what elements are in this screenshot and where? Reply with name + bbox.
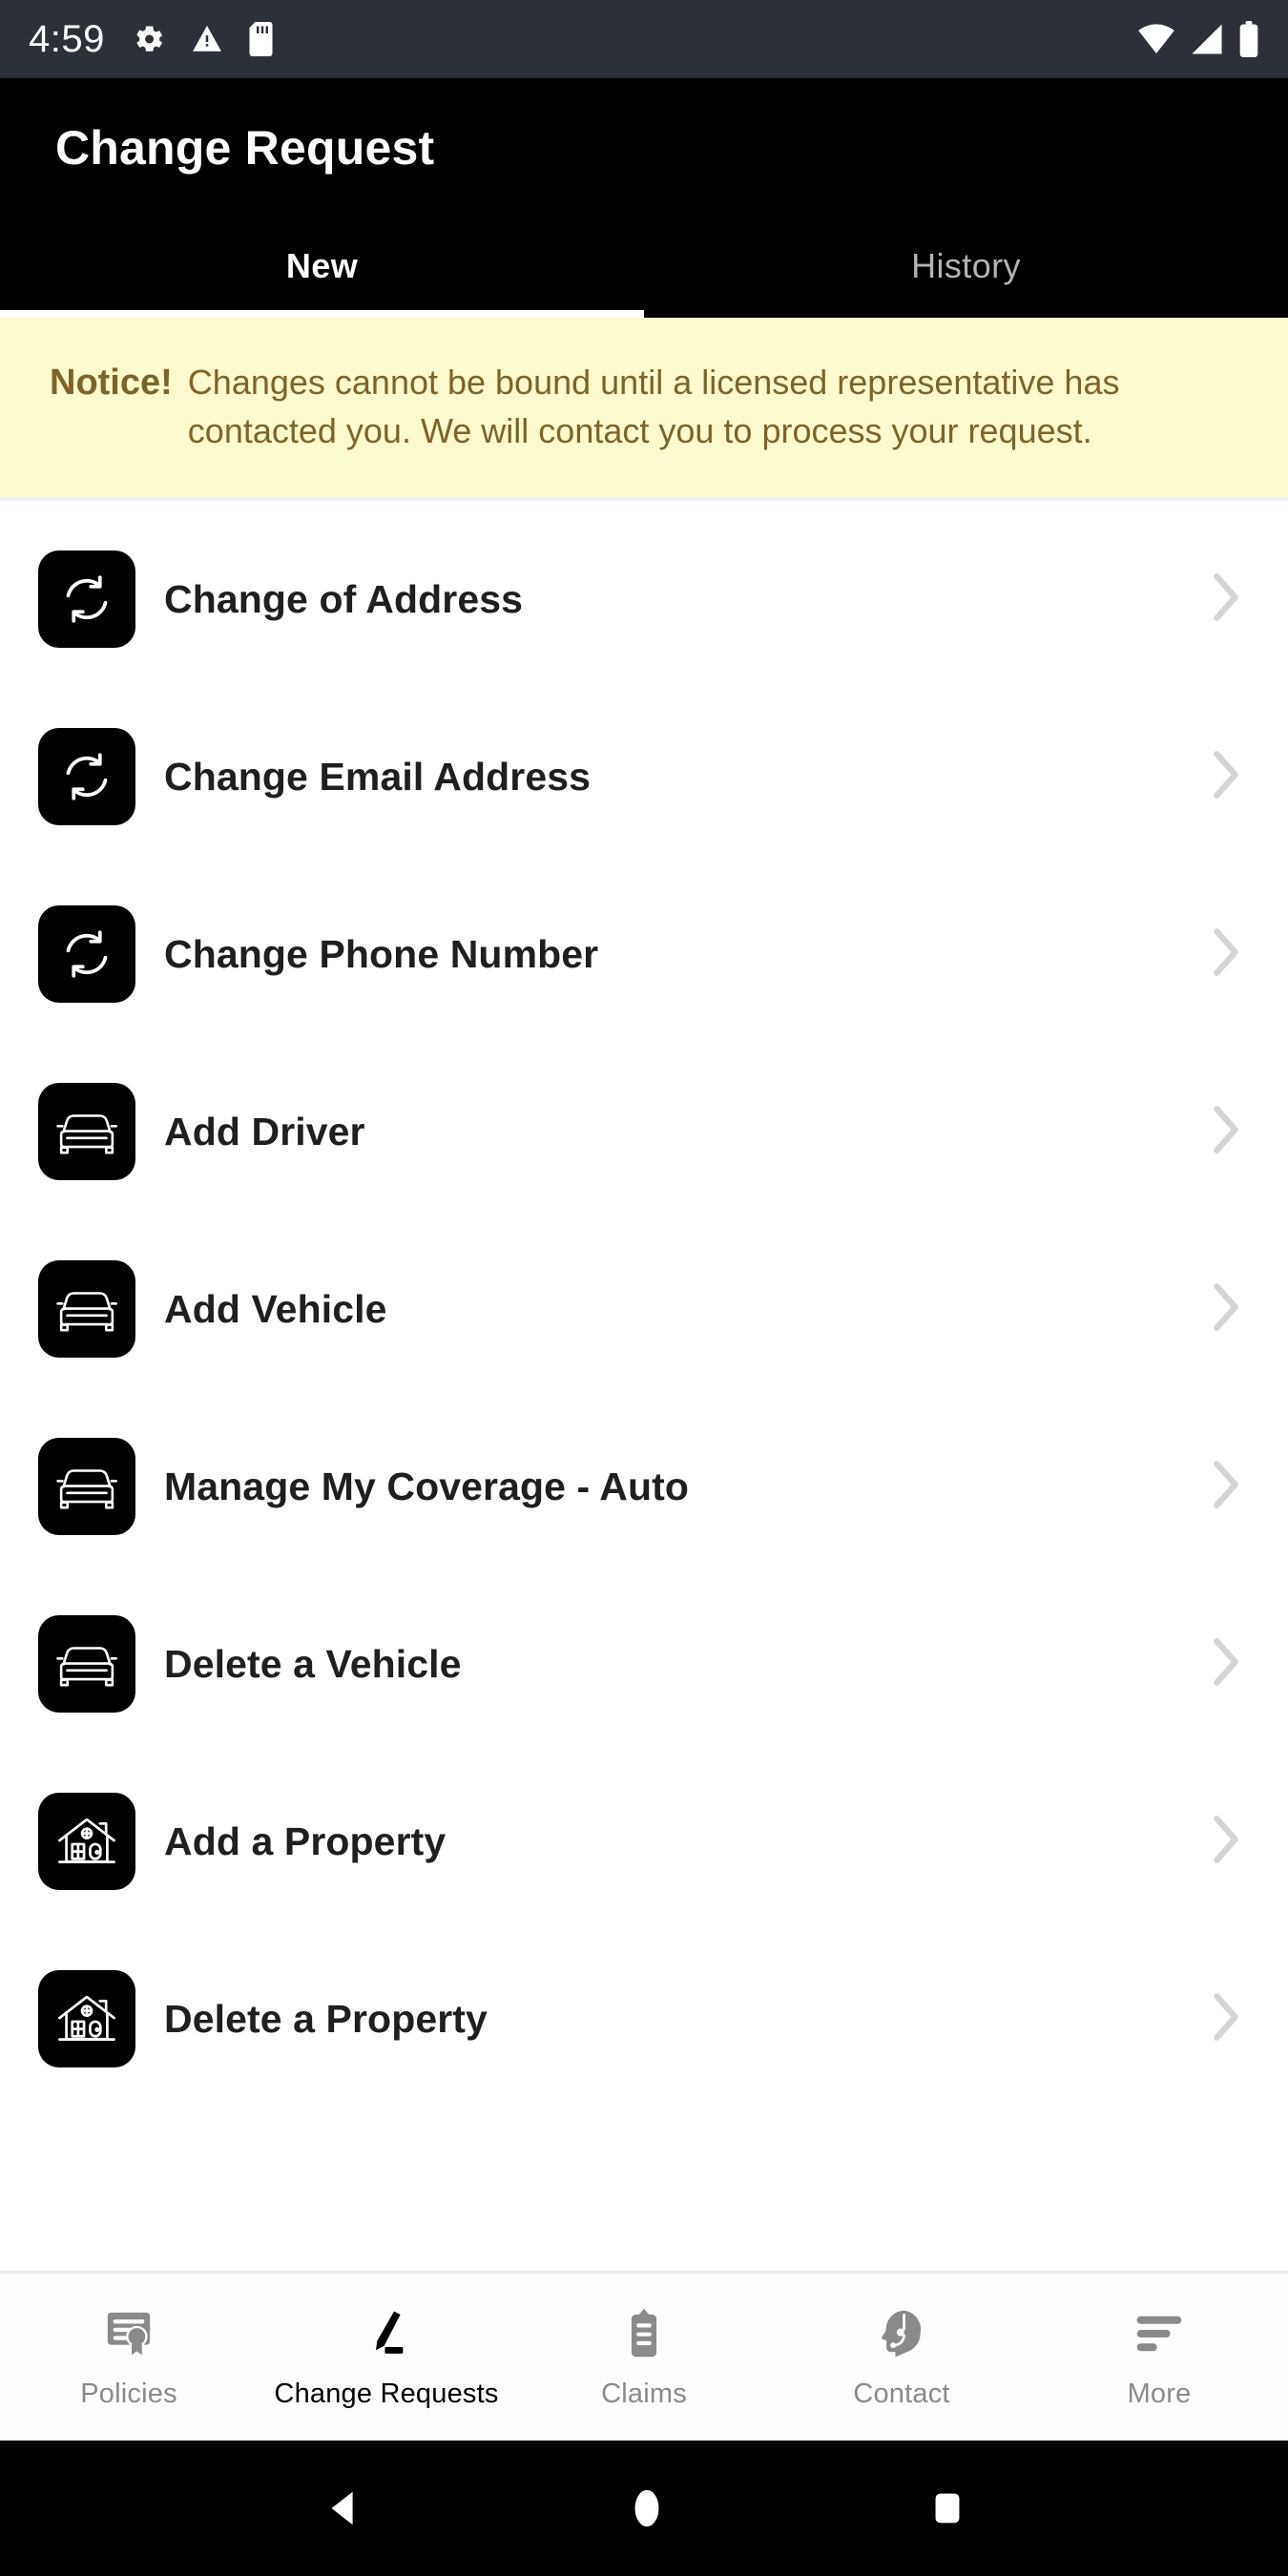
nav-item-label: Change Requests [274,2379,499,2409]
app-screen: 4:59 Change Request New History Notice! … [0,0,1288,2576]
chevron-right-icon [1210,570,1242,630]
list-item-label: Change Phone Number [164,931,599,976]
bottom-navigation: Policies Change Requests Claims Contact More [0,2271,1288,2441]
list-item-label: Add a Property [164,1818,447,1863]
status-bar-clock: 4:59 [29,17,105,60]
notice-text: Changes cannot be bound until a licensed… [187,363,1120,451]
nav-item-policies[interactable]: Policies [0,2274,258,2441]
sd-card-icon [248,22,277,56]
android-system-nav [0,2441,1288,2576]
list-item-label: Delete a Vehicle [164,1641,462,1686]
list-item-label: Manage My Coverage - Auto [164,1464,690,1508]
chevron-right-icon [1210,1989,1242,2049]
house-icon [38,1793,135,1891]
recents-icon[interactable] [928,2486,966,2530]
list-container: Change of Address Change Email Address Cha… [0,501,1288,2109]
house-icon [38,1970,135,2068]
chevron-right-icon [1210,747,1242,807]
tab-bar: New History [0,215,1288,318]
change-request-list[interactable]: Change of Address Change Email Address Cha… [0,497,1288,2271]
page-title: Change Request [55,121,435,175]
car-icon [38,1438,135,1536]
car-icon [38,1615,135,1714]
notice-banner: Notice! Changes cannot be bound until a … [0,318,1288,498]
nav-item-contact[interactable]: Contact [773,2274,1030,2441]
warning-triangle-icon [191,23,223,55]
refresh-icon [38,728,135,826]
nav-item-label: Policies [80,2379,177,2409]
nav-item-label: Claims [601,2379,687,2409]
list-item[interactable]: Manage My Coverage - Auto [0,1398,1288,1576]
chevron-right-icon [1210,924,1242,985]
list-item[interactable]: Change Email Address [0,688,1288,866]
list-item[interactable]: Add Vehicle [0,1220,1288,1399]
chevron-right-icon [1210,1279,1242,1340]
pencil-icon [361,2304,412,2363]
nav-item-label: More [1127,2379,1192,2409]
nav-item-more[interactable]: More [1030,2274,1288,2441]
nav-item-change-requests[interactable]: Change Requests [258,2274,515,2441]
wifi-icon [1137,22,1175,56]
list-item-label: Delete a Property [164,1996,488,2041]
home-icon[interactable] [628,2486,666,2530]
battery-icon [1238,21,1259,57]
refresh-icon [38,551,135,649]
chevron-right-icon [1210,1812,1242,1872]
notice-label: Notice! [50,363,173,403]
list-item[interactable]: Add a Property [0,1753,1288,1931]
list-item-label: Add Driver [164,1109,365,1153]
certificate-icon [102,2304,156,2363]
app-bar: Change Request New History [0,78,1288,318]
back-icon[interactable] [322,2486,365,2530]
nav-item-claims[interactable]: Claims [515,2274,773,2441]
status-bar: 4:59 [0,0,1288,78]
headset-icon [875,2304,928,2363]
tab-new[interactable]: New [0,215,644,318]
list-item[interactable]: Add Driver [0,1043,1288,1221]
nav-item-label: Contact [853,2379,950,2409]
list-item[interactable]: Delete a Property [0,1930,1288,2109]
menu-lines-icon [1132,2304,1186,2363]
list-item[interactable]: Change of Address [0,510,1288,689]
car-icon [38,1083,135,1181]
tab-history[interactable]: History [644,215,1288,318]
list-item[interactable]: Delete a Vehicle [0,1575,1288,1754]
chevron-right-icon [1210,1102,1242,1162]
car-icon [38,1260,135,1359]
list-item-label: Add Vehicle [164,1286,387,1331]
cellular-signal-icon [1189,22,1225,56]
gear-icon [132,22,166,56]
chevron-right-icon [1210,1457,1242,1517]
list-item[interactable]: Change Phone Number [0,865,1288,1044]
list-item-label: Change Email Address [164,754,592,799]
clipboard-icon [621,2304,667,2363]
refresh-icon [38,905,135,1004]
list-item-label: Change of Address [164,576,524,621]
chevron-right-icon [1210,1634,1242,1694]
